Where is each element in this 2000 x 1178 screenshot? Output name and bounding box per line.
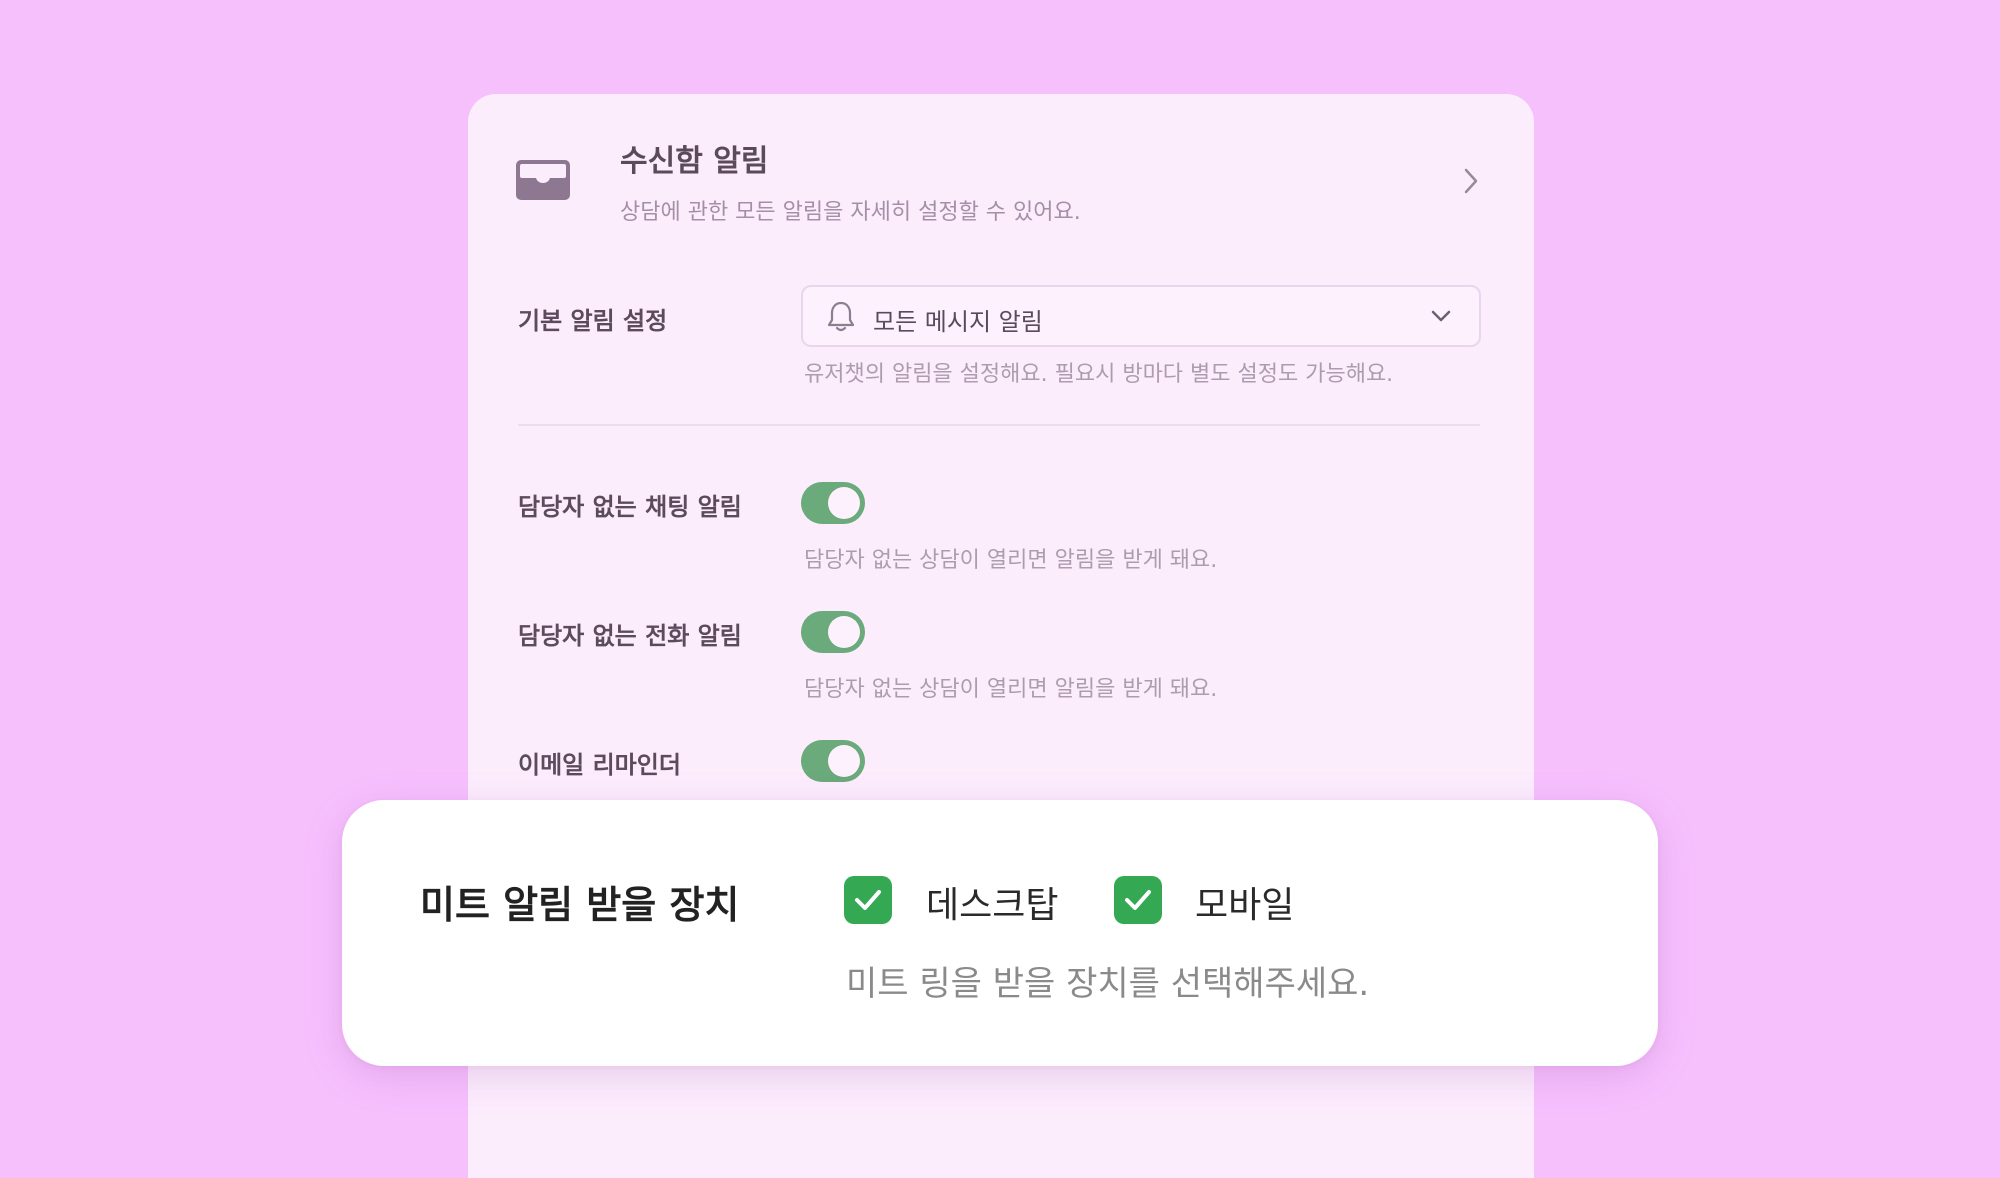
toggle-label-email-reminder: 이메일 리마인더 (518, 751, 681, 779)
inbox-icon (516, 160, 570, 200)
chevron-down-icon (1431, 310, 1451, 322)
bell-icon (827, 301, 855, 332)
toggle-label-unassigned-call: 담당자 없는 전화 알림 (518, 622, 742, 650)
desktop-checkbox[interactable] (844, 876, 892, 924)
toggle-knob (828, 487, 860, 519)
chevron-right-icon (1464, 168, 1478, 194)
default-notification-select[interactable]: 모든 메시지 알림 (801, 285, 1481, 347)
toggle-knob (828, 616, 860, 648)
meet-device-title: 미트 알림 받을 장치 (420, 883, 740, 927)
meet-device-hint: 미트 링을 받을 장치를 선택해주세요. (846, 964, 1370, 1004)
toggle-hint-unassigned-chat: 담당자 없는 상담이 열리면 알림을 받게 돼요. (804, 548, 1218, 573)
inbox-subtitle: 상담에 관한 모든 알림을 자세히 설정할 수 있어요. (620, 200, 1081, 225)
desktop-label[interactable]: 데스크탑 (926, 876, 1058, 928)
check-icon (855, 890, 881, 910)
toggle-label-unassigned-chat: 담당자 없는 채팅 알림 (518, 493, 742, 521)
divider (518, 424, 1480, 426)
mobile-checkbox[interactable] (1114, 876, 1162, 924)
mobile-label[interactable]: 모바일 (1195, 876, 1294, 928)
toggle-unassigned-chat[interactable] (801, 482, 865, 524)
toggle-email-reminder[interactable] (801, 740, 865, 782)
selected-value: 모든 메시지 알림 (873, 308, 1043, 336)
inbox-notification-row[interactable]: 수신함 알림 상담에 관한 모든 알림을 자세히 설정할 수 있어요. (468, 94, 1534, 264)
inbox-title: 수신함 알림 (620, 144, 769, 179)
toggle-knob (828, 745, 860, 777)
default-notification-label: 기본 알림 설정 (518, 307, 668, 335)
toggle-unassigned-call[interactable] (801, 611, 865, 653)
check-icon (1125, 890, 1151, 910)
default-notification-hint: 유저챗의 알림을 설정해요. 필요시 방마다 별도 설정도 가능해요. (804, 362, 1394, 387)
meet-device-card: 미트 알림 받을 장치 데스크탑 모바일 미트 링을 받을 장치를 선택해주세요… (342, 800, 1658, 1066)
background: 수신함 알림 상담에 관한 모든 알림을 자세히 설정할 수 있어요. 기본 알… (0, 0, 2000, 1178)
toggle-hint-unassigned-call: 담당자 없는 상담이 열리면 알림을 받게 돼요. (804, 677, 1218, 702)
